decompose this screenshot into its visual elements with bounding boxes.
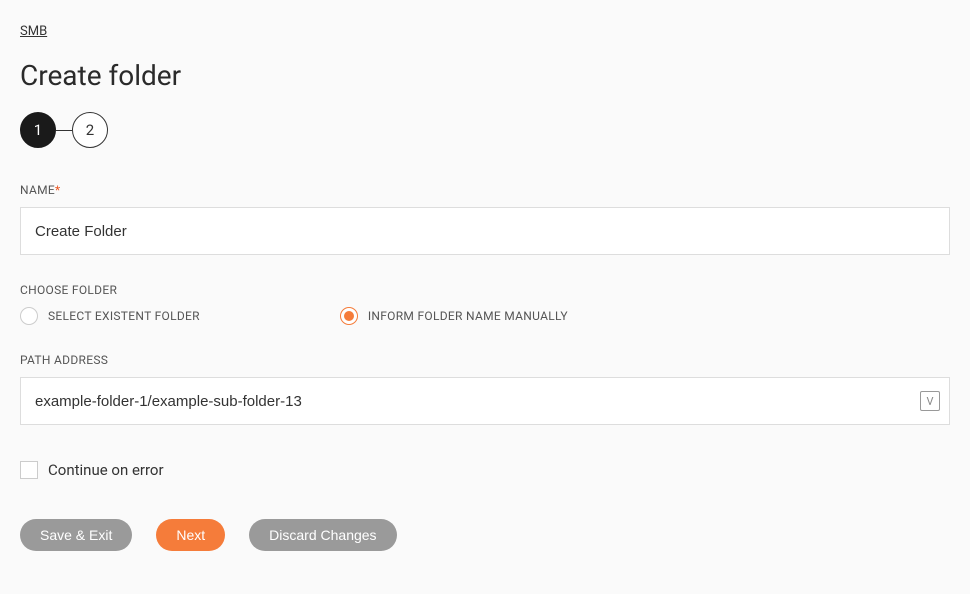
- choose-folder-label: CHOOSE FOLDER: [20, 283, 950, 297]
- next-button[interactable]: Next: [156, 519, 225, 551]
- radio-group-folder: SELECT EXISTENT FOLDER INFORM FOLDER NAM…: [20, 307, 950, 325]
- continue-on-error-row: Continue on error: [20, 461, 950, 479]
- field-name: NAME*: [20, 183, 950, 255]
- name-label: NAME*: [20, 183, 950, 197]
- name-label-text: NAME: [20, 183, 55, 197]
- discard-changes-button[interactable]: Discard Changes: [249, 519, 396, 551]
- path-address-label: PATH ADDRESS: [20, 353, 950, 367]
- radio-circle-existent: [20, 307, 38, 325]
- step-1[interactable]: 1: [20, 112, 56, 148]
- save-exit-button[interactable]: Save & Exit: [20, 519, 132, 551]
- field-choose-folder: CHOOSE FOLDER SELECT EXISTENT FOLDER INF…: [20, 283, 950, 325]
- radio-label-manually: INFORM FOLDER NAME MANUALLY: [368, 309, 568, 323]
- continue-on-error-label: Continue on error: [48, 461, 164, 479]
- radio-inform-manually[interactable]: INFORM FOLDER NAME MANUALLY: [340, 307, 568, 325]
- path-input-wrapper: V: [20, 377, 950, 425]
- step-2[interactable]: 2: [72, 112, 108, 148]
- variable-icon[interactable]: V: [920, 391, 940, 411]
- path-address-input[interactable]: [20, 377, 950, 425]
- continue-on-error-checkbox[interactable]: [20, 461, 38, 479]
- page-title: Create folder: [20, 59, 950, 92]
- step-connector: [56, 130, 72, 131]
- radio-select-existent[interactable]: SELECT EXISTENT FOLDER: [20, 307, 200, 325]
- radio-circle-manually: [340, 307, 358, 325]
- stepper: 1 2: [20, 112, 950, 148]
- breadcrumb-smb[interactable]: SMB: [20, 24, 47, 39]
- name-input[interactable]: [20, 207, 950, 255]
- required-asterisk: *: [55, 183, 60, 197]
- button-row: Save & Exit Next Discard Changes: [20, 519, 950, 551]
- radio-label-existent: SELECT EXISTENT FOLDER: [48, 309, 200, 323]
- field-path-address: PATH ADDRESS V: [20, 353, 950, 425]
